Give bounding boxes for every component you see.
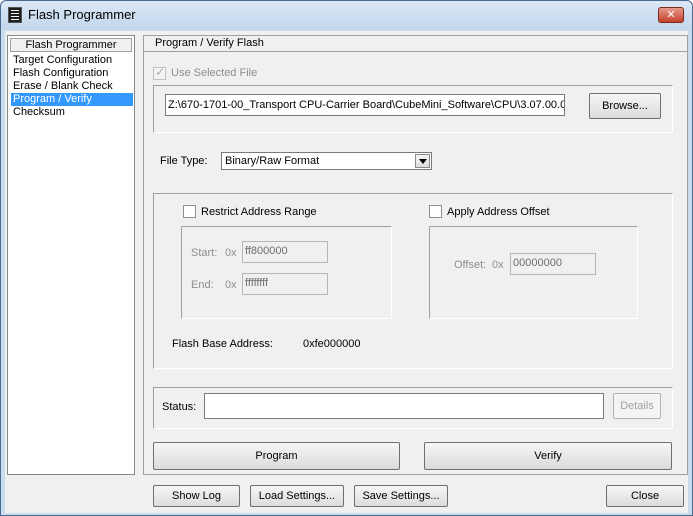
panel-title: Program / Verify Flash (144, 36, 687, 52)
file-type-dropdown[interactable]: Binary/Raw Format (221, 152, 432, 170)
show-log-button[interactable]: Show Log (153, 485, 240, 507)
apply-address-offset-label: Apply Address Offset (447, 206, 550, 218)
apply-address-offset-checkbox[interactable] (429, 205, 442, 218)
program-button[interactable]: Program (153, 442, 400, 470)
restrict-address-range-label: Restrict Address Range (201, 206, 317, 218)
title-bar[interactable]: Flash Programmer ✕ (1, 1, 692, 29)
file-type-value: Binary/Raw Format (225, 155, 320, 167)
close-window-button[interactable]: ✕ (658, 7, 684, 23)
file-path-field[interactable]: Z:\670-1701-00_Transport CPU-Carrier Boa… (165, 94, 565, 116)
verify-button[interactable]: Verify (424, 442, 672, 470)
use-selected-file-checkbox[interactable]: ✓ (153, 65, 166, 80)
status-label: Status: (162, 401, 197, 413)
nav-item-checksum[interactable]: Checksum (11, 106, 133, 119)
close-button[interactable]: Close (606, 485, 684, 507)
nav-item-erase-blank-check[interactable]: Erase / Blank Check (11, 80, 133, 93)
restrict-address-range-checkbox[interactable] (183, 205, 196, 218)
end-prefix: 0x (225, 279, 237, 291)
save-settings-button[interactable]: Save Settings... (354, 485, 448, 507)
load-settings-button[interactable]: Load Settings... (250, 485, 344, 507)
app-icon (8, 7, 22, 23)
nav-list: Flash Programmer Target Configuration Fl… (7, 35, 135, 475)
flash-programmer-window: Flash Programmer ✕ Flash Programmer Targ… (0, 0, 693, 516)
flash-base-address-label: Flash Base Address: (172, 338, 273, 350)
checkmark-icon: ✓ (155, 65, 166, 79)
nav-item-target-configuration[interactable]: Target Configuration (11, 54, 133, 67)
start-address-field[interactable]: ff800000 (242, 241, 328, 263)
start-prefix: 0x (225, 247, 237, 259)
chevron-down-icon[interactable] (415, 154, 430, 168)
offset-field[interactable]: 00000000 (510, 253, 596, 275)
file-type-label: File Type: (160, 155, 208, 167)
nav-item-program-verify[interactable]: Program / Verify (11, 93, 133, 106)
status-field (204, 393, 604, 419)
start-label: Start: (191, 247, 218, 259)
client-area: Flash Programmer Target Configuration Fl… (5, 31, 688, 513)
offset-prefix: 0x (492, 259, 504, 271)
nav-item-flash-configuration[interactable]: Flash Configuration (11, 67, 133, 80)
use-selected-file-label: Use Selected File (171, 67, 258, 79)
nav-header: Flash Programmer (10, 38, 132, 52)
offset-label: Offset: (454, 259, 487, 271)
browse-button[interactable]: Browse... (589, 93, 661, 119)
end-label: End: (191, 279, 214, 291)
end-address-field[interactable]: ffffffff (242, 273, 328, 295)
window-title: Flash Programmer (28, 7, 136, 22)
flash-base-address-value: 0xfe000000 (303, 338, 361, 350)
details-button[interactable]: Details (613, 393, 661, 419)
